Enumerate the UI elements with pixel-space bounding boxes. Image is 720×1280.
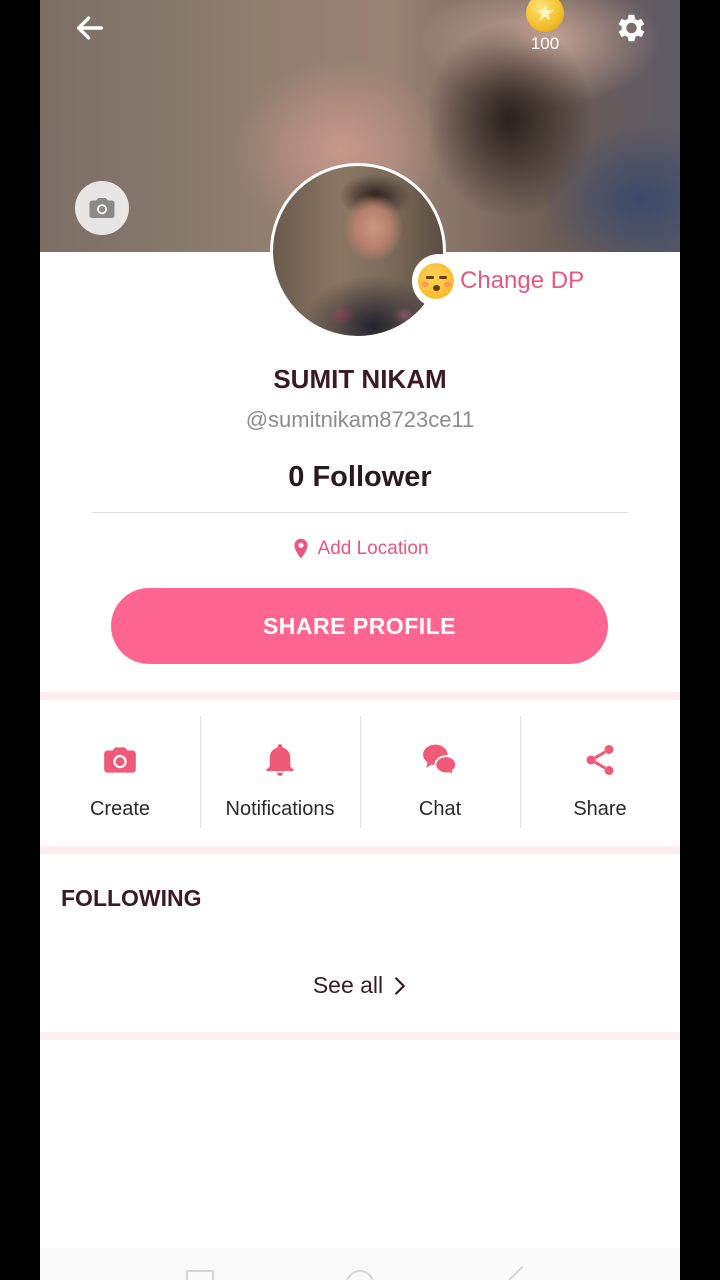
- action-bar: Create Notifications Chat Share: [40, 716, 680, 828]
- back-arrow-icon: [76, 16, 104, 40]
- add-location-link[interactable]: Add Location: [40, 538, 680, 560]
- profile-name: SUMIT NIKAM: [273, 364, 447, 394]
- back-nav-button[interactable]: [507, 1265, 537, 1280]
- chat-label: Chat: [418, 798, 462, 820]
- system-nav-bar: [40, 1248, 680, 1280]
- recents-nav-button[interactable]: [186, 1270, 214, 1280]
- share-label: Share: [573, 798, 627, 820]
- change-dp-label: Change DP: [460, 267, 585, 294]
- camera-icon: [89, 198, 115, 218]
- camera-icon: [100, 740, 140, 780]
- change-dp-button[interactable]: Change DP: [412, 254, 597, 308]
- chevron-right-icon: [395, 976, 406, 995]
- notifications-action[interactable]: Notifications: [200, 716, 360, 828]
- following-heading: FOLLOWING: [61, 885, 202, 911]
- section-separator: [40, 692, 680, 700]
- create-label: Create: [89, 798, 151, 820]
- bell-icon: [260, 740, 300, 780]
- divider: [92, 512, 628, 513]
- share-action[interactable]: Share: [520, 716, 680, 828]
- chat-bubbles-icon: [420, 740, 460, 780]
- coin-icon: ★: [526, 0, 564, 32]
- section-separator: [40, 1032, 680, 1040]
- follower-count[interactable]: 0 Follower: [40, 461, 680, 494]
- profile-handle: @sumitnikam8723ce11: [245, 407, 475, 432]
- back-button[interactable]: [70, 8, 110, 48]
- section-separator: [40, 846, 680, 854]
- share-profile-button[interactable]: SHARE PROFILE: [111, 588, 608, 664]
- share-icon: [580, 740, 620, 780]
- change-cover-button[interactable]: [75, 181, 129, 235]
- coin-count: 100: [530, 34, 560, 53]
- profile-avatar[interactable]: [270, 163, 446, 339]
- see-all-label: See all: [312, 972, 384, 998]
- home-nav-button[interactable]: [346, 1270, 374, 1280]
- see-all-link[interactable]: See all: [40, 972, 680, 999]
- gear-icon: [618, 14, 645, 42]
- settings-button[interactable]: [610, 8, 650, 48]
- add-location-label: Add Location: [317, 538, 429, 559]
- location-pin-icon: [293, 538, 308, 559]
- notifications-label: Notifications: [225, 798, 335, 820]
- coin-balance[interactable]: ★ 100: [520, 0, 570, 54]
- create-action[interactable]: Create: [40, 716, 200, 828]
- profile-screen: ★ 100 Change DP SUMIT NIKAM @sumitnikam8…: [40, 0, 680, 1280]
- chat-action[interactable]: Chat: [360, 716, 520, 828]
- kissing-face-icon: [418, 263, 454, 299]
